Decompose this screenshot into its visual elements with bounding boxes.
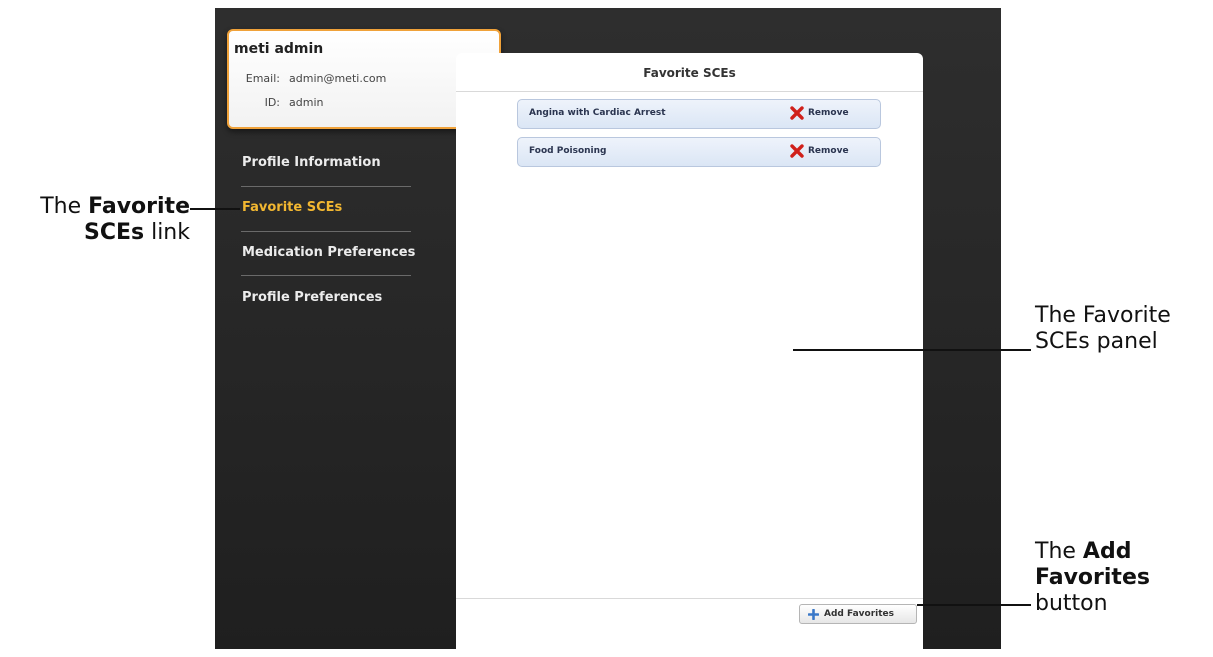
favorite-name: Angina with Cardiac Arrest <box>529 108 666 118</box>
callout-link-bold1: Favorite <box>88 194 190 219</box>
sidebar-item-favorite-sces[interactable]: Favorite SCEs <box>242 200 342 215</box>
sidebar-item-profile-preferences[interactable]: Profile Preferences <box>242 290 382 305</box>
id-label: ID: <box>264 96 280 109</box>
callout-favorite-link: The Favorite SCEs link <box>10 194 190 246</box>
callout-panel: The Favorite SCEs panel <box>1035 303 1171 355</box>
profile-email-row: Email: admin@meti.com <box>234 72 387 85</box>
favorite-row: Angina with Cardiac Arrest Remove <box>517 99 881 129</box>
profile-name: meti admin <box>234 41 324 57</box>
email-value: admin@meti.com <box>289 72 387 85</box>
callout-link-suffix: link <box>144 220 190 245</box>
email-label: Email: <box>245 72 280 85</box>
nav-divider <box>241 186 411 187</box>
sidebar-item-profile-information[interactable]: Profile Information <box>242 155 381 170</box>
remove-label: Remove <box>808 108 849 118</box>
nav-divider <box>241 275 411 276</box>
callout-button-line3: button <box>1035 591 1108 616</box>
nav-divider <box>241 231 411 232</box>
callout-link-prefix: The <box>40 194 89 219</box>
callout-link-bold2: SCEs <box>83 220 145 245</box>
callout-button-bold2: Favorites <box>1035 565 1150 590</box>
profile-id-row: ID: admin <box>234 96 324 109</box>
callout-button: The Add Favorites button <box>1035 539 1150 617</box>
plus-icon <box>808 609 819 620</box>
panel-divider <box>456 91 923 92</box>
remove-x-icon <box>790 144 804 158</box>
favorite-row: Food Poisoning Remove <box>517 137 881 167</box>
panel-footer-divider <box>456 598 923 599</box>
favorite-name: Food Poisoning <box>529 146 607 156</box>
panel-title: Favorite SCEs <box>643 66 736 80</box>
callout-link-line <box>190 208 240 210</box>
favorite-sces-panel: Favorite SCEs Angina with Cardiac Arrest… <box>456 53 923 657</box>
add-favorites-button[interactable]: Add Favorites <box>799 604 917 624</box>
id-value: admin <box>289 96 324 109</box>
callout-panel-line <box>793 349 1031 351</box>
callout-button-line <box>917 604 1031 606</box>
callout-panel-line2: SCEs panel <box>1035 329 1158 354</box>
remove-x-icon <box>790 106 804 120</box>
sidebar-item-medication-preferences[interactable]: Medication Preferences <box>242 245 415 260</box>
callout-button-bold1: Add <box>1082 539 1132 564</box>
add-favorites-label: Add Favorites <box>824 609 895 619</box>
callout-panel-line1: The Favorite <box>1035 303 1171 328</box>
callout-button-line1: The <box>1035 539 1083 564</box>
remove-label: Remove <box>808 146 849 156</box>
